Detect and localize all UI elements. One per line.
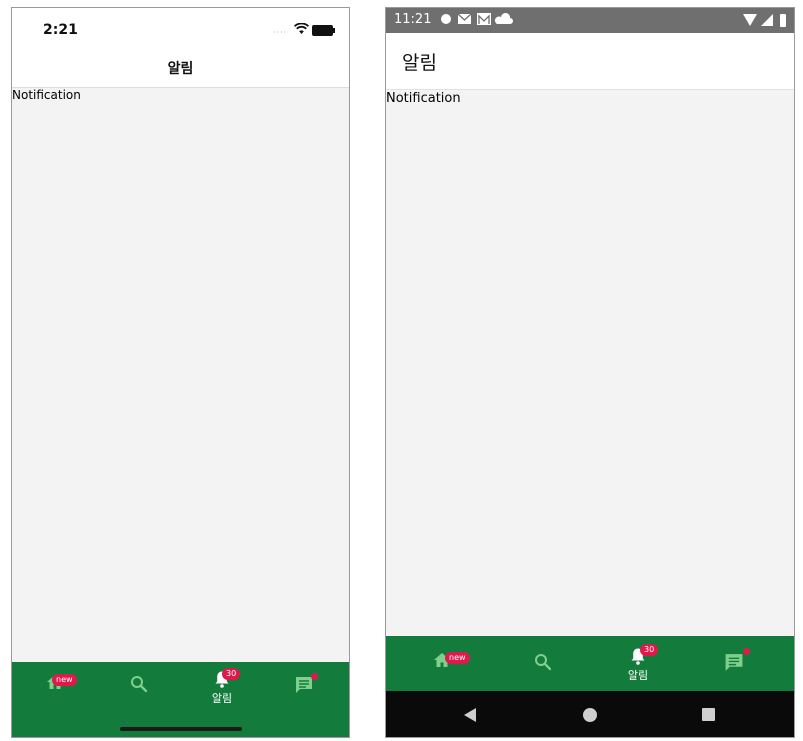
ios-screen: 2:21 ···· 알림 Notification new 알림 30 bbox=[11, 7, 350, 738]
tab-notifications[interactable]: 알림 30 bbox=[608, 644, 668, 695]
unread-dot bbox=[311, 673, 318, 680]
new-badge: new bbox=[445, 652, 470, 664]
cellular-signal-icon: ···· bbox=[273, 28, 288, 37]
content-text: Notification bbox=[12, 88, 81, 102]
tab-label: 알림 bbox=[627, 669, 649, 682]
new-badge: new bbox=[52, 674, 77, 686]
tab-messages[interactable] bbox=[274, 673, 334, 723]
wifi-icon bbox=[294, 23, 309, 34]
content-text: Notification bbox=[386, 91, 461, 106]
search-icon bbox=[131, 676, 148, 693]
ios-status-bar: 2:21 ···· bbox=[12, 8, 349, 52]
android-status-bar: 11:21 bbox=[386, 8, 794, 33]
tab-home[interactable]: new bbox=[25, 672, 85, 720]
tab-search[interactable] bbox=[109, 675, 169, 723]
chat-icon bbox=[725, 654, 743, 671]
signal-battery-icons bbox=[743, 14, 786, 27]
count-badge: 30 bbox=[222, 668, 241, 680]
page-title: 알림 bbox=[402, 52, 437, 74]
status-time: 11:21 bbox=[394, 12, 432, 27]
tab-label: 알림 bbox=[211, 692, 233, 705]
ios-nav-bar: 알림 bbox=[12, 52, 349, 88]
home-circle-icon[interactable] bbox=[582, 707, 598, 723]
tab-notifications[interactable]: 알림 30 bbox=[192, 668, 252, 718]
notification-status-icons bbox=[441, 12, 513, 25]
status-time: 2:21 bbox=[43, 22, 78, 38]
android-app-bar: 알림 bbox=[386, 33, 794, 90]
page-title: 알림 bbox=[167, 61, 194, 77]
home-indicator[interactable] bbox=[120, 727, 242, 731]
android-system-nav-bar bbox=[386, 691, 794, 737]
recents-square-icon[interactable] bbox=[701, 707, 716, 722]
search-icon bbox=[535, 654, 552, 671]
android-tab-bar: new 알림 30 bbox=[386, 636, 794, 691]
count-badge: 30 bbox=[640, 644, 659, 656]
battery-icon bbox=[312, 25, 335, 36]
unread-dot bbox=[743, 648, 750, 655]
android-screen: 11:21 알림 Notification new 알림 30 bbox=[385, 7, 795, 738]
back-icon[interactable] bbox=[463, 707, 477, 723]
